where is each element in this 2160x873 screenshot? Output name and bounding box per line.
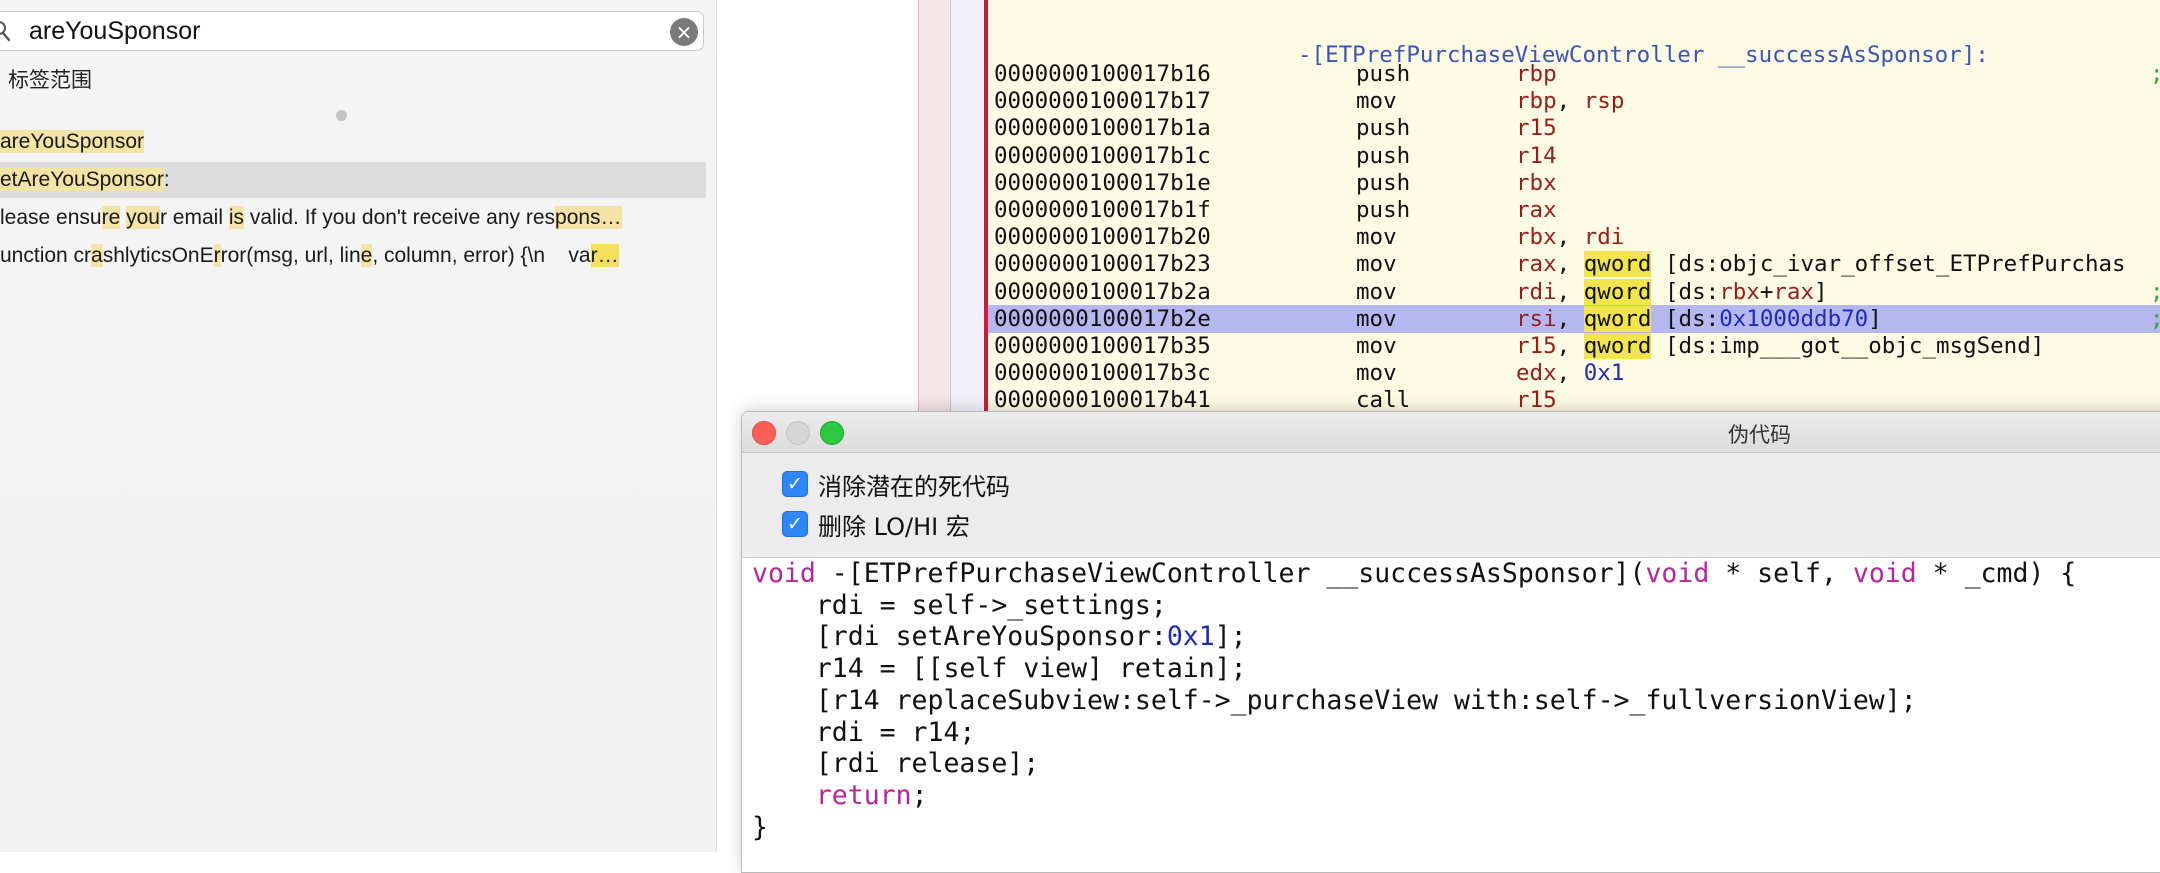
asm-address: 0000000100017b1c [994, 142, 1211, 169]
option-remove-dead-code[interactable]: ✓ 消除潜在的死代码 [782, 469, 1010, 501]
asm-line-selected[interactable]: 0000000100017b2e mov rsi, qword [ds:0x1000… [988, 304, 2160, 333]
code-line[interactable]: r14 = [[self view] retain]; [752, 653, 1247, 685]
asm-mnemonic: push [1356, 142, 1411, 169]
asm-address: 0000000100017b1e [994, 169, 1211, 196]
asm-comment-marker: ; [2150, 278, 2160, 306]
code-line[interactable]: } [752, 812, 768, 844]
asm-line[interactable]: 0000000100017b3c mov edx, 0x1 [988, 359, 2160, 387]
asm-mnemonic: push [1356, 197, 1411, 223]
asm-operands: rdi, qword [ds:rbx+rax] [1516, 278, 1828, 305]
search-input[interactable] [29, 14, 629, 48]
result-suffix: : [163, 168, 170, 191]
asm-mnemonic: push [1356, 61, 1411, 87]
pseudocode-window: 伪代码 ✓ 消除潜在的死代码 ✓ 删除 LO/HI 宏 void -[ETPre… [741, 411, 2160, 873]
asm-line[interactable]: 0000000100017b35 mov r15, qword [ds:imp___… [988, 332, 2160, 360]
code-line[interactable]: rdi = self->_settings; [752, 590, 1167, 622]
checkbox-checked-icon[interactable]: ✓ [782, 471, 808, 497]
asm-line[interactable]: 0000000100017b20 mov rbx, rdi [988, 223, 2160, 251]
asm-operands: rbp, rsp [1516, 88, 1625, 115]
option-remove-lohi-macros[interactable]: ✓ 删除 LO/HI 宏 [782, 509, 970, 541]
asm-mnemonic: push [1356, 169, 1411, 196]
zoom-window-icon[interactable] [820, 421, 844, 445]
asm-line[interactable]: 0000000100017b23 mov rax, qword [ds:objc_i… [988, 250, 2160, 278]
asm-address: 0000000100017b35 [994, 333, 1211, 359]
close-window-icon[interactable] [752, 421, 776, 445]
asm-operands: rbx, rdi [1516, 224, 1625, 251]
asm-mnemonic: mov [1356, 305, 1397, 332]
code-line[interactable]: [rdi setAreYouSponsor:0x1]; [752, 621, 1247, 653]
asm-mnemonic: push [1356, 115, 1411, 142]
asm-address: 0000000100017b1f [994, 197, 1211, 223]
window-titlebar[interactable]: 伪代码 [742, 412, 2160, 453]
asm-comment-marker: ; [2150, 305, 2160, 333]
asm-address: 0000000100017b20 [994, 224, 1211, 251]
search-field[interactable]: × [0, 11, 704, 51]
branch-gutter [950, 0, 983, 420]
pseudocode-editor[interactable]: void -[ETPrefPurchaseViewController __su… [742, 557, 2160, 872]
asm-mnemonic: mov [1356, 251, 1397, 278]
asm-comment-marker: ; [2150, 60, 2160, 88]
code-line[interactable]: [r14 replaceSubview:self->_purchaseView … [752, 685, 1917, 717]
asm-line[interactable]: 0000000100017b16 push rbp; [988, 60, 2160, 88]
asm-address: 0000000100017b3c [994, 360, 1211, 387]
code-line[interactable]: void -[ETPrefPurchaseViewController __su… [752, 558, 2076, 590]
code-line[interactable]: rdi = r14; [752, 717, 976, 749]
list-item-selected[interactable]: etAreYouSponsor: [0, 162, 706, 198]
breakpoint-gutter[interactable] [918, 0, 951, 420]
option-label: 消除潜在的死代码 [818, 472, 1010, 501]
asm-address: 0000000100017b23 [994, 251, 1211, 278]
asm-operands: rbx [1516, 169, 1557, 196]
asm-operands: rsi, qword [ds:0x1000ddb70] [1516, 305, 1882, 332]
asm-operands: rax, qword [ds:objc_ivar_offset_ETPrefPu… [1516, 251, 2126, 278]
list-item[interactable]: lease ensure your email is valid. If you… [0, 200, 706, 236]
asm-operands: r14 [1516, 142, 1557, 169]
tag-scope-label[interactable]: 标签范围 [8, 64, 92, 94]
match-highlight: etAreYouSponsor [0, 168, 164, 191]
asm-operands: rax [1516, 197, 1557, 223]
search-sidebar: × 标签范围 areYouSponsor etAreYouSponsor: le… [0, 0, 717, 852]
asm-operands: rbp [1516, 61, 1557, 87]
asm-operands: r15 [1516, 115, 1557, 142]
asm-address: 0000000100017b1a [994, 115, 1211, 142]
asm-line[interactable]: 0000000100017b2a mov rdi, qword [ds:rbx+ra… [988, 278, 2160, 306]
asm-address: 0000000100017b17 [994, 88, 1211, 115]
asm-mnemonic: mov [1356, 278, 1397, 305]
asm-mnemonic: mov [1356, 360, 1397, 387]
list-item[interactable]: unction crashlyticsOnError(msg, url, lin… [0, 238, 706, 274]
asm-mnemonic: mov [1356, 224, 1397, 251]
clear-search-icon[interactable]: × [670, 18, 698, 46]
list-item[interactable]: areYouSponsor [0, 124, 706, 160]
asm-operands: r15, qword [ds:imp___got__objc_msgSend] [1516, 333, 2045, 359]
window-title: 伪代码 [1728, 423, 1791, 447]
scroll-indicator [336, 110, 347, 121]
code-line[interactable]: return; [752, 780, 928, 812]
asm-address: 0000000100017b16 [994, 61, 1211, 87]
asm-mnemonic: mov [1356, 88, 1397, 115]
asm-operands: edx, 0x1 [1516, 360, 1625, 387]
asm-address: 0000000100017b2e [994, 305, 1211, 332]
code-line[interactable]: [rdi release]; [752, 748, 1039, 780]
asm-line[interactable]: 0000000100017b1e push rbx [988, 169, 2160, 197]
asm-address: 0000000100017b2a [994, 278, 1211, 305]
asm-line[interactable]: 0000000100017b1f push rax [988, 196, 2160, 224]
asm-line[interactable]: 0000000100017b1c push r14 [988, 142, 2160, 170]
search-icon [0, 21, 11, 42]
option-label: 删除 LO/HI 宏 [818, 512, 970, 541]
disassembly-view[interactable]: -[ETPrefPurchaseViewController __success… [988, 0, 2160, 420]
asm-mnemonic: mov [1356, 333, 1397, 359]
match-highlight: areYouSponsor [0, 130, 145, 153]
asm-line[interactable]: 0000000100017b17 mov rbp, rsp [988, 87, 2160, 115]
minimize-window-icon[interactable] [786, 421, 810, 445]
asm-line[interactable]: 0000000100017b1a push r15 [988, 114, 2160, 142]
checkbox-checked-icon[interactable]: ✓ [782, 511, 808, 537]
